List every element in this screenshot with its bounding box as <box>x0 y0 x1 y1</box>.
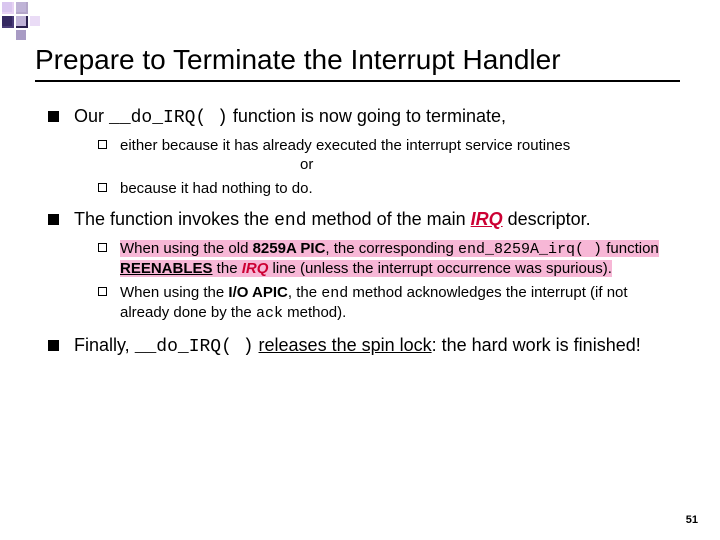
text: descriptor. <box>503 209 591 229</box>
sub-bullet: When using the I/O APIC, the end method … <box>98 283 680 324</box>
text: The function invokes the <box>74 209 274 229</box>
corner-decoration-icon <box>2 2 46 46</box>
text: either because it has already executed t… <box>120 137 570 154</box>
slide-body: Our __do_IRQ( ) function is now going to… <box>48 105 680 368</box>
title-block: Prepare to Terminate the Interrupt Handl… <box>35 44 680 82</box>
text: Our <box>74 106 109 126</box>
bullet-2: The function invokes the end method of t… <box>48 208 680 324</box>
code: end <box>274 211 306 231</box>
bullet-1: Our __do_IRQ( ) function is now going to… <box>48 105 680 198</box>
title-rule <box>35 80 680 82</box>
text: Finally, <box>74 335 135 355</box>
text: : the hard work is finished! <box>432 335 641 355</box>
text: because it had nothing to do. <box>120 180 313 197</box>
highlighted-text: When using the old 8259A PIC, the corres… <box>120 240 659 278</box>
text: method of the main <box>307 209 471 229</box>
irq-term: IRQ <box>471 209 503 229</box>
page-number: 51 <box>686 514 698 526</box>
slide: Prepare to Terminate the Interrupt Handl… <box>0 0 720 540</box>
sub-bullet: When using the old 8259A PIC, the corres… <box>98 239 680 279</box>
sub-bullet: because it had nothing to do. <box>98 179 680 199</box>
sub-bullet: either because it has already executed t… <box>98 136 680 175</box>
underlined: releases the spin lock <box>259 335 432 355</box>
bullet-3: Finally, __do_IRQ( ) releases the spin l… <box>48 334 680 359</box>
code: __do_IRQ( ) <box>109 108 228 128</box>
slide-title: Prepare to Terminate the Interrupt Handl… <box>35 44 680 76</box>
text-or: or <box>300 155 680 175</box>
code: __do_IRQ( ) <box>135 337 254 357</box>
text: function is now going to terminate, <box>228 106 506 126</box>
